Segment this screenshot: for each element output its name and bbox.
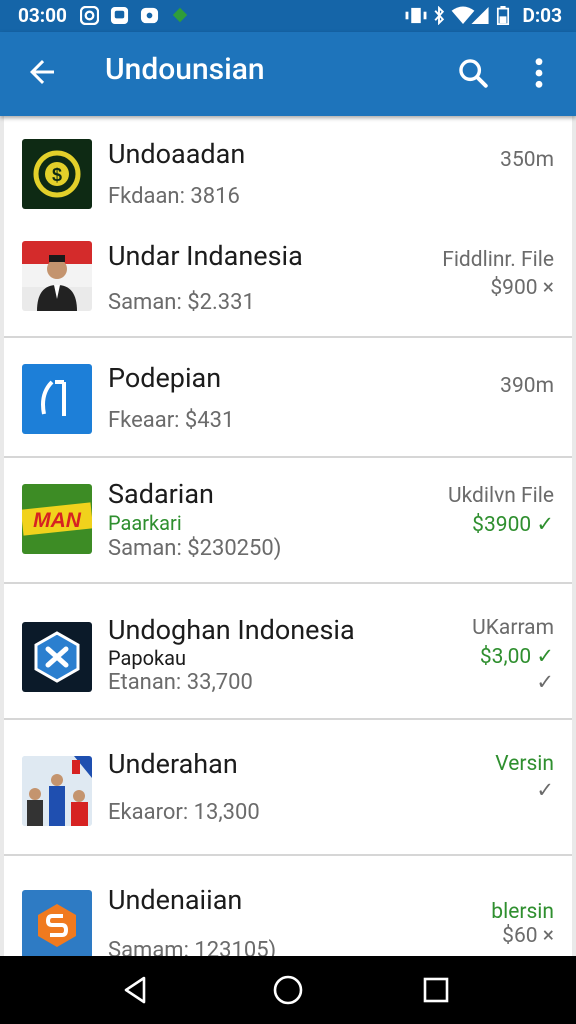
item-meta: Versin [495, 752, 554, 776]
item-meta: 390m [500, 374, 554, 398]
back-arrow-icon[interactable] [24, 54, 60, 90]
vibrate-icon [405, 7, 427, 24]
item-name: Podepian [108, 362, 222, 394]
navigation-bar [0, 956, 576, 1024]
coin-icon: $ [33, 150, 81, 198]
bluetooth-icon [434, 6, 445, 25]
item-meta: 350m [500, 148, 554, 172]
app-thumbnail [22, 241, 92, 311]
app-thumbnail [22, 364, 92, 434]
item-price: $3900 ✓ [472, 513, 554, 537]
item-name: Undoghan Indonesia [108, 614, 355, 646]
item-meta: UKarram [472, 616, 554, 640]
list-item[interactable]: MAN Sadarian Paarkari Saman: $230250) Uk… [4, 458, 572, 584]
message-icon [140, 7, 159, 24]
item-price: $60 × [502, 924, 554, 948]
status-bar: 03:00 D:03 [0, 0, 576, 32]
check-icon: ✓ [536, 671, 554, 695]
list-item[interactable]: Undenaiian Samam: 123105) blersin $60 × [4, 856, 572, 956]
item-meta: Ukdilvn File [447, 484, 554, 508]
group-photo-icon [22, 756, 92, 826]
app-list: $ Undoaadan Fkdaan: 3816 350m Undar Inda… [4, 116, 572, 956]
list-item[interactable]: $ Undoaadan Fkdaan: 3816 350m [4, 116, 572, 220]
check-icon: ✓ [536, 779, 554, 803]
coin-symbol: $ [52, 165, 62, 185]
item-price: $3,00 ✓ [479, 645, 554, 669]
shield-x-icon [34, 631, 80, 683]
item-subtitle: Fkeaar: $431 [108, 408, 235, 433]
list-item[interactable]: Podepian Fkeaar: $431 390m [4, 338, 572, 458]
battery-icon [496, 6, 510, 25]
item-subtitle: Fkdaan: 3816 [108, 184, 240, 209]
recents-nav-icon[interactable] [419, 973, 453, 1007]
app-thumbnail: MAN [22, 484, 92, 554]
item-subtitle: Saman: $230250) [108, 536, 282, 561]
sport-logo-label: MAN [33, 509, 82, 532]
app-thumbnail [22, 756, 92, 826]
item-price: $900 × [490, 276, 554, 300]
item-subtitle: Saman: $2.331 [108, 290, 255, 315]
app-title: Undounsian [105, 52, 265, 87]
item-name: Sadarian [108, 478, 214, 510]
item-name: Undenaiian [108, 884, 243, 916]
app-thumbnail: $ [22, 139, 92, 209]
item-subtitle: Etanan: 33,700 [108, 670, 253, 695]
app-logo-icon [41, 380, 66, 416]
item-name: Undoaadan [108, 138, 246, 170]
chat-icon [110, 6, 129, 25]
signal-icon [471, 6, 489, 25]
back-nav-icon[interactable] [118, 973, 152, 1007]
instagram-icon [80, 6, 99, 25]
list-item[interactable]: Undar Indanesia Saman: $2.331 Fiddlinr. … [4, 218, 572, 338]
item-subtitle: Ekaaror: 13,300 [108, 800, 260, 825]
item-subtitle: Samam: 123105) [108, 938, 277, 956]
status-time: 03:00 [18, 4, 67, 27]
item-meta: Fiddlinr. File [442, 248, 554, 272]
item-meta: blersin [491, 900, 554, 924]
money-icon [172, 7, 188, 23]
more-vert-icon[interactable] [526, 56, 552, 90]
list-item[interactable]: Undoghan Indonesia Papokau Etanan: 33,70… [4, 584, 572, 720]
item-subtitle-green: Paarkari [108, 511, 182, 535]
home-nav-icon[interactable] [271, 973, 305, 1007]
sport-logo-icon: MAN [22, 502, 92, 536]
item-name: Underahan [108, 748, 238, 780]
person-photo-icon [37, 255, 77, 311]
item-name: Undar Indanesia [108, 240, 303, 272]
app-thumbnail [22, 890, 92, 956]
app-thumbnail [22, 622, 92, 692]
item-subtitle-dark: Papokau [108, 646, 187, 670]
list-item[interactable]: Underahan Ekaaror: 13,300 Versin ✓ [4, 720, 572, 856]
status-right-time: D:03 [522, 4, 562, 27]
app-bar: Undounsian [0, 32, 576, 116]
hex-logo-icon [38, 904, 76, 947]
search-icon[interactable] [456, 56, 490, 90]
